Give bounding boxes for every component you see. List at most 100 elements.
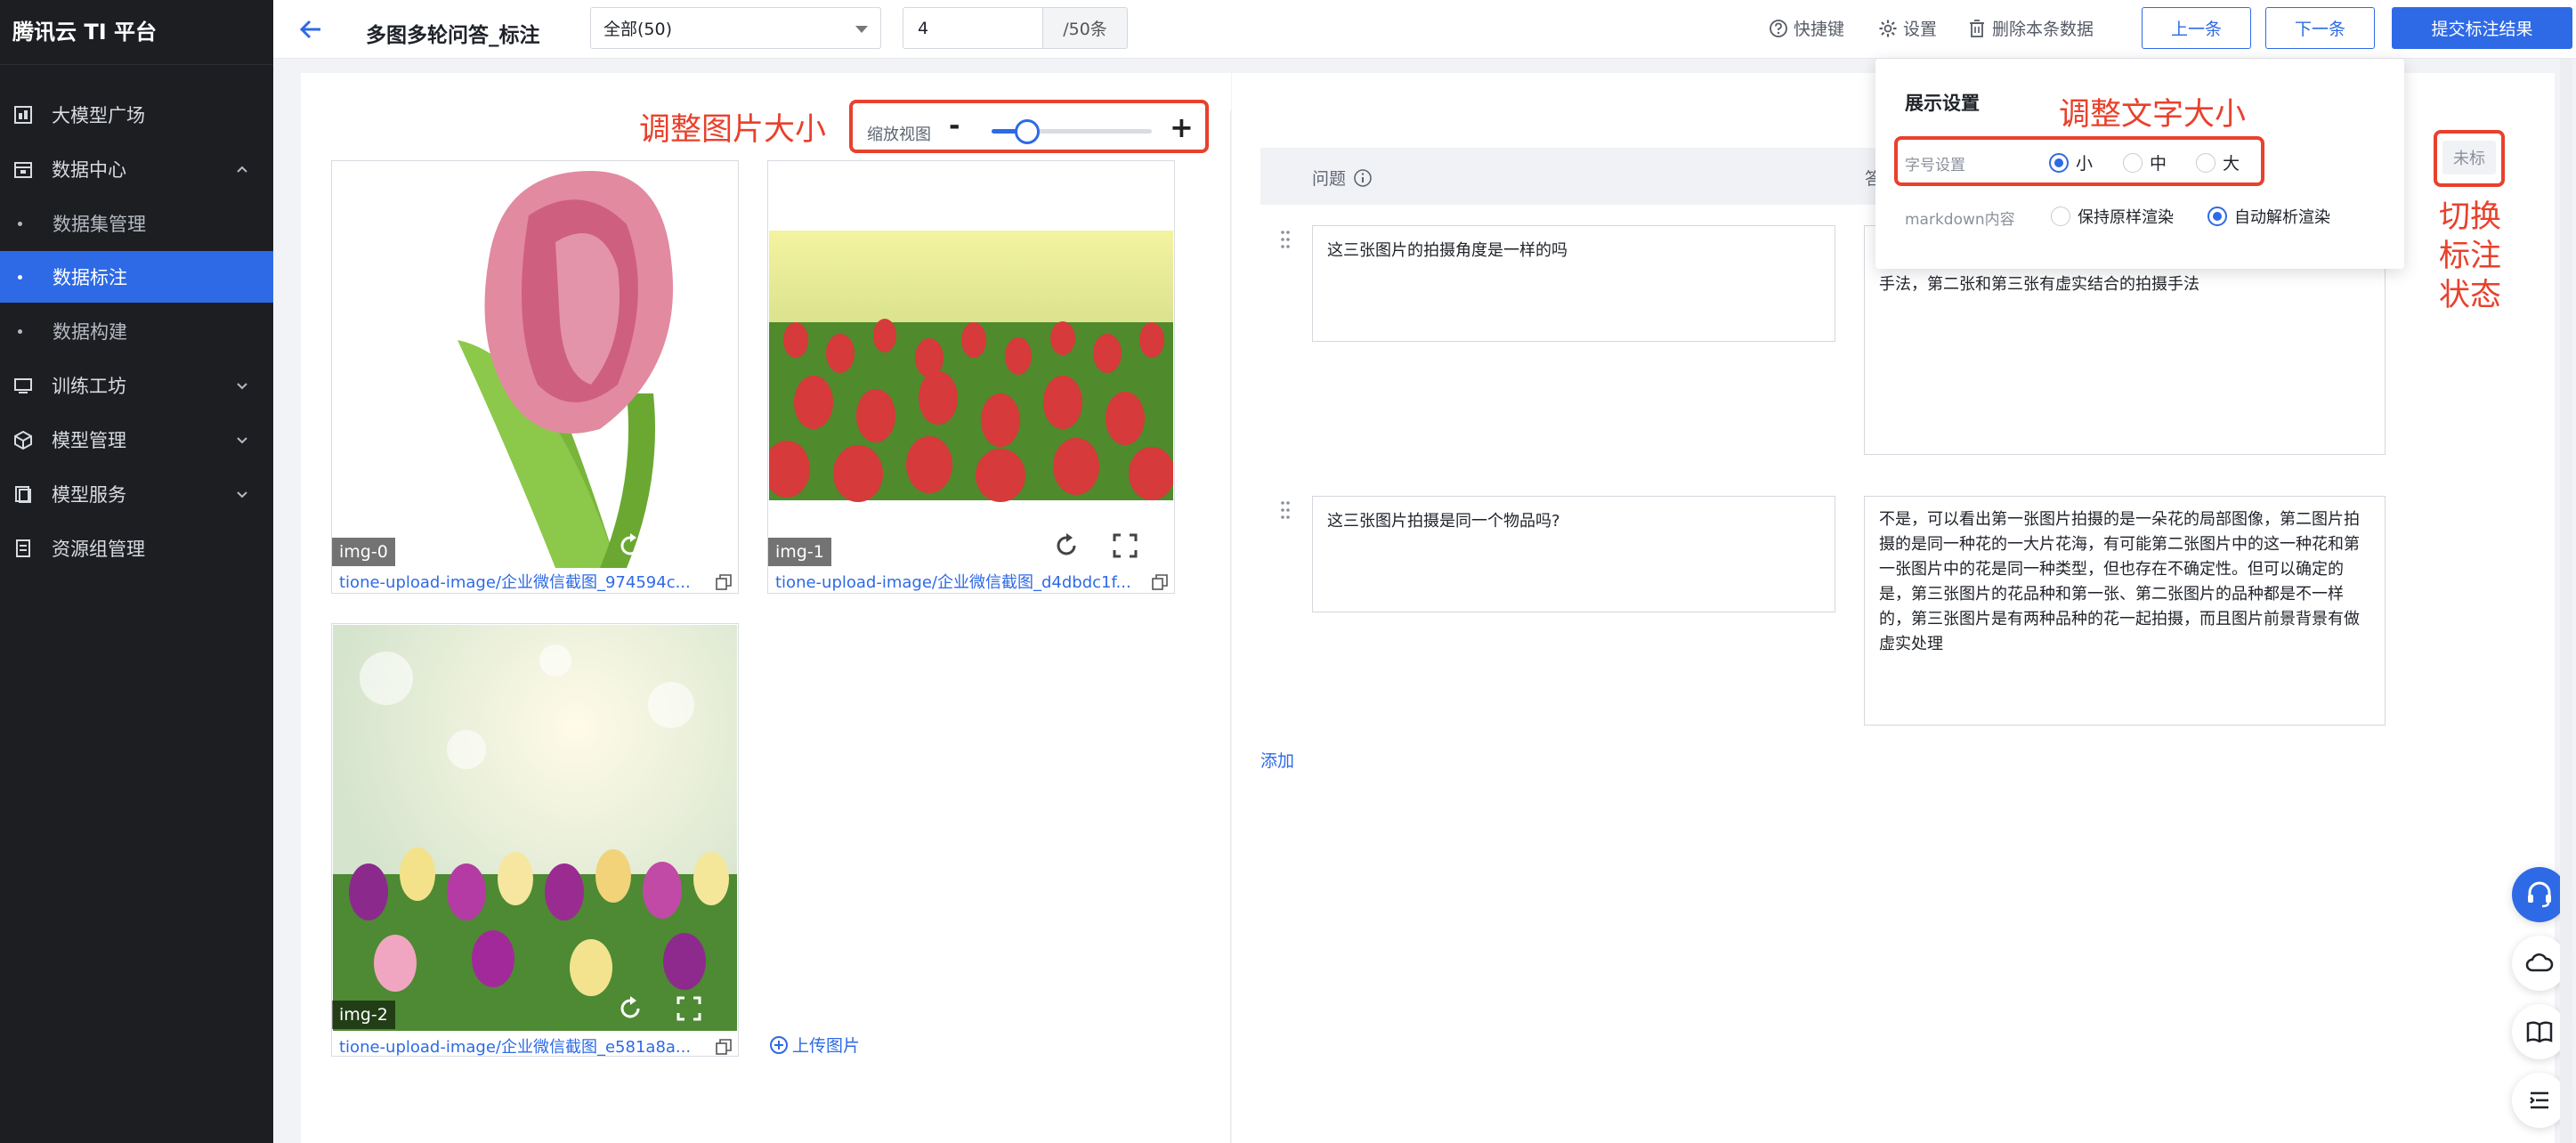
question-field[interactable]: 这三张图片拍摄是同一个物品吗? bbox=[1312, 496, 1835, 612]
upload-label: 上传图片 bbox=[792, 1036, 861, 1056]
fullscreen-button[interactable] bbox=[674, 993, 704, 1024]
menu-button[interactable] bbox=[2512, 1073, 2567, 1128]
rotate-button[interactable] bbox=[615, 993, 645, 1024]
image-card: img-1 bbox=[767, 160, 1175, 594]
rotate-icon bbox=[620, 533, 640, 555]
image-preview[interactable] bbox=[333, 162, 737, 568]
bullet-icon bbox=[18, 274, 22, 280]
back-button[interactable] bbox=[296, 14, 326, 45]
plaza-icon bbox=[12, 104, 34, 126]
sidebar-item-data-center[interactable]: 数据中心 bbox=[0, 143, 273, 195]
sidebar-item-label: 资源组管理 bbox=[52, 539, 145, 560]
image-file-link[interactable]: tione-upload-image/企业微信截图_974594c... bbox=[339, 570, 704, 593]
drag-handle-icon[interactable] bbox=[1280, 500, 1291, 520]
annotation-toggle-status: 切换 标注 状态 bbox=[2439, 199, 2502, 313]
font-size-small-radio[interactable]: 小 bbox=[2049, 150, 2093, 174]
answer-field[interactable]: 不是，可以看出第一张图片拍摄的是一朵花的局部图像，第二图片拍摄的是同一种花的一大… bbox=[1864, 496, 2386, 726]
sidebar-item-training[interactable]: 训练工坊 bbox=[0, 360, 273, 411]
docs-button[interactable] bbox=[2512, 1004, 2567, 1059]
service-icon bbox=[12, 483, 34, 505]
zoom-slider-handle[interactable] bbox=[1015, 119, 1040, 144]
page-scrollbar[interactable] bbox=[2560, 59, 2572, 1143]
sidebar-item-label: 数据标注 bbox=[53, 267, 127, 288]
sidebar-item-model-service[interactable]: 模型服务 bbox=[0, 468, 273, 520]
delete-item-link[interactable]: 删除本条数据 bbox=[1967, 16, 2094, 40]
image-preview[interactable] bbox=[333, 625, 737, 1031]
fullscreen-icon bbox=[676, 533, 701, 558]
annotation-status-toggle[interactable]: 未标 bbox=[2442, 141, 2496, 174]
sidebar-item-model-management[interactable]: 模型管理 bbox=[0, 414, 273, 466]
trash-icon bbox=[1967, 19, 1987, 38]
gear-icon bbox=[1878, 19, 1898, 38]
radio-label: 中 bbox=[2150, 154, 2167, 174]
question-field[interactable]: 这三张图片的拍摄角度是一样的吗 bbox=[1312, 225, 1835, 342]
radio-checked-icon bbox=[2049, 152, 2069, 173]
sidebar-item-dataset-management[interactable]: 数据集管理 bbox=[0, 198, 273, 249]
submit-button[interactable]: 提交标注结果 bbox=[2392, 7, 2572, 49]
radio-label: 大 bbox=[2223, 154, 2240, 174]
fullscreen-icon bbox=[1113, 533, 1138, 558]
settings-link[interactable]: 设置 bbox=[1878, 16, 1937, 40]
sidebar-item-label: 模型管理 bbox=[52, 430, 126, 451]
image-card: img-2 bbox=[331, 623, 739, 1057]
radio-label: 小 bbox=[2076, 154, 2094, 174]
add-qa-link[interactable]: 添加 bbox=[1260, 748, 1294, 772]
brand-title: 腾讯云 TI 平台 bbox=[12, 20, 158, 45]
sidebar-item-resource-group[interactable]: 资源组管理 bbox=[0, 523, 273, 574]
page-number-value: 4 bbox=[918, 18, 929, 38]
rotate-icon bbox=[620, 996, 640, 1018]
sidebar-item-label: 数据中心 bbox=[52, 159, 126, 181]
radio-label: 保持原样渲染 bbox=[2078, 208, 2174, 227]
mixed-tulips-image bbox=[333, 625, 737, 1031]
cloud-icon bbox=[2525, 953, 2554, 972]
arrow-left-icon bbox=[299, 20, 320, 39]
info-icon[interactable] bbox=[1353, 168, 1373, 188]
markdown-parse-radio[interactable]: 自动解析渲染 bbox=[2207, 205, 2330, 228]
cloud-button[interactable] bbox=[2512, 936, 2567, 991]
annotation-adjust-text: 调整文字大小 bbox=[2059, 97, 2247, 133]
question-header: 问题 bbox=[1312, 166, 1373, 190]
caret-down-icon bbox=[855, 26, 868, 33]
rotate-button[interactable] bbox=[615, 531, 645, 561]
question-header-label: 问题 bbox=[1312, 169, 1347, 189]
radio-unchecked-icon bbox=[2051, 207, 2070, 226]
zoom-in-button[interactable]: + bbox=[1170, 110, 1194, 144]
fullscreen-button[interactable] bbox=[674, 531, 704, 561]
image-index-label: img-2 bbox=[332, 1001, 395, 1029]
image-file-link[interactable]: tione-upload-image/企业微信截图_e581a8a... bbox=[339, 1034, 704, 1058]
customer-service-button[interactable] bbox=[2512, 867, 2567, 922]
image-preview[interactable] bbox=[769, 162, 1173, 568]
chevron-down-icon bbox=[237, 383, 247, 390]
next-button[interactable]: 下一条 bbox=[2265, 7, 2375, 49]
status-filter-select[interactable]: 全部(50) bbox=[590, 7, 881, 49]
rotate-button[interactable] bbox=[1051, 531, 1081, 561]
zoom-out-button[interactable]: - bbox=[949, 110, 960, 142]
sidebar-item-data-annotation[interactable]: 数据标注 bbox=[0, 251, 273, 303]
fullscreen-button[interactable] bbox=[1110, 531, 1140, 561]
bullet-icon bbox=[18, 328, 22, 334]
copy-icon[interactable] bbox=[716, 1039, 732, 1055]
upload-image-link[interactable]: 上传图片 bbox=[769, 1033, 860, 1057]
prev-button[interactable]: 上一条 bbox=[2142, 7, 2251, 49]
markdown-raw-radio[interactable]: 保持原样渲染 bbox=[2051, 205, 2174, 228]
sidebar-item-data-build[interactable]: 数据构建 bbox=[0, 305, 273, 357]
calendar-icon bbox=[12, 158, 34, 180]
page-number-input[interactable]: 4 bbox=[903, 7, 1043, 49]
sidebar-item-label: 模型服务 bbox=[52, 484, 126, 506]
copy-icon[interactable] bbox=[1152, 574, 1168, 590]
font-size-medium-radio[interactable]: 中 bbox=[2123, 150, 2167, 174]
image-file-link[interactable]: tione-upload-image/企业微信截图_d4dbdc1f... bbox=[775, 570, 1140, 593]
delete-label: 删除本条数据 bbox=[1992, 20, 2094, 39]
font-size-large-radio[interactable]: 大 bbox=[2196, 150, 2240, 174]
radio-label: 自动解析渲染 bbox=[2234, 208, 2330, 227]
app-root: 腾讯云 TI 平台 大模型广场 数据中心 数据集管理 数据标注 数据构建 训练工… bbox=[0, 0, 2576, 1143]
sidebar-item-model-plaza[interactable]: 大模型广场 bbox=[0, 89, 273, 141]
radio-checked-icon bbox=[2207, 207, 2227, 226]
drag-handle-icon[interactable] bbox=[1280, 230, 1291, 249]
fullscreen-icon bbox=[676, 996, 701, 1021]
settings-label: 设置 bbox=[1903, 20, 1938, 39]
shortcuts-link[interactable]: 快捷键 bbox=[1769, 16, 1844, 40]
chevron-down-icon bbox=[237, 437, 247, 444]
page-title: 多图多轮问答_标注 bbox=[366, 24, 540, 47]
copy-icon[interactable] bbox=[716, 574, 732, 590]
